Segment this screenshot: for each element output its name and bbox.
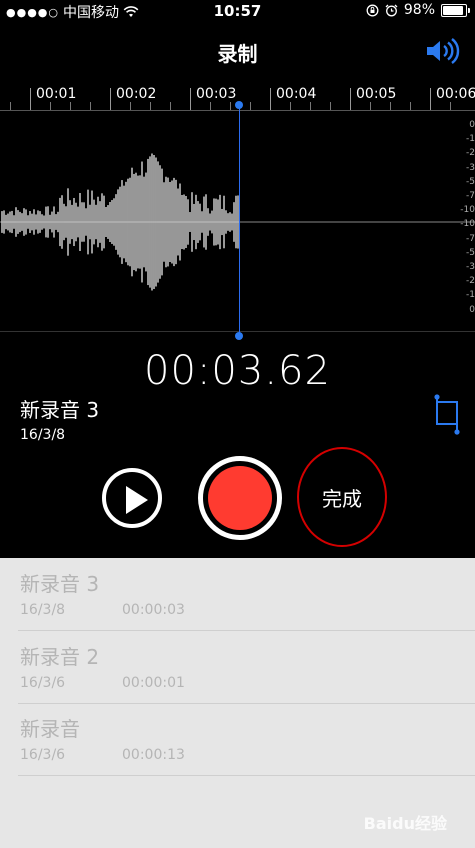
status-right: 98% [366,2,470,18]
db-label: -10 [460,205,475,216]
timeline-tick: 00:01 [36,86,77,102]
recording-date: 16/3/8 [20,427,66,443]
watermark: Baidu经验 [363,814,447,833]
speaker-icon[interactable] [425,38,461,64]
list-item-duration: 00:00:01 [122,675,185,691]
timeline-tick: 00:04 [276,86,317,102]
done-button[interactable]: 完成 [297,447,387,547]
battery-percent: 98% [403,2,435,18]
list-item[interactable]: 新录音 16/3/6 00:00:13 [18,703,475,776]
elapsed-time: 00:03.62 [144,348,331,394]
play-button[interactable] [102,468,162,528]
db-label: -1 [466,134,475,145]
db-label: 0 [469,120,475,130]
timeline-tick: 00:05 [356,86,397,102]
list-item-name: 新录音 3 [20,572,100,596]
db-label: -3 [466,162,475,173]
db-label: -3 [466,262,475,273]
db-scale: 0 -1 -2 -3 -5 -7 -10 -10 -7 -5 -3 -2 -1 … [457,118,475,317]
db-label: -1 [466,290,475,301]
playhead[interactable] [239,104,240,336]
list-item-duration: 00:00:13 [122,747,185,763]
alarm-icon [385,4,398,16]
list-item[interactable]: 新录音 3 16/3/8 00:00:03 [18,558,475,631]
timeline-tick: 00:03 [196,86,237,102]
list-item-date: 16/3/8 [20,602,66,618]
record-button-dot [208,466,272,530]
list-item-duration: 00:00:03 [122,602,185,618]
timeline-tick: 00:06 [436,86,475,102]
waveform[interactable] [0,111,475,331]
db-label: -5 [466,247,475,258]
list-item-date: 16/3/6 [20,747,66,763]
page-title: 录制 [217,42,258,66]
playhead-top-handle[interactable] [235,101,243,109]
done-label: 完成 [322,486,362,511]
db-label: -10 [460,219,475,230]
list-item-name: 新录音 [20,717,80,741]
recording-name[interactable]: 新录音 3 [20,394,99,423]
db-label: -7 [466,191,475,202]
list-item-date: 16/3/6 [20,675,66,691]
timeline-tick: 00:02 [116,86,157,102]
trim-icon[interactable] [432,394,462,436]
recordings-list: 新录音 3 16/3/8 00:00:03 新录音 2 16/3/6 00:00… [0,558,475,848]
db-label: -2 [466,148,475,159]
db-label: -7 [466,233,475,244]
status-bar: ●●●●○ 中国移动 10:57 98% [0,0,475,22]
db-label: -5 [466,176,475,187]
battery-icon [441,3,470,17]
list-item-name: 新录音 2 [20,645,100,669]
db-label: 0 [469,304,475,315]
list-item[interactable]: 新录音 2 16/3/6 00:00:01 [18,631,475,704]
db-label: -2 [466,276,475,287]
rotation-lock-icon [366,4,379,16]
playhead-bottom-handle[interactable] [235,332,243,340]
record-button[interactable] [198,456,282,540]
